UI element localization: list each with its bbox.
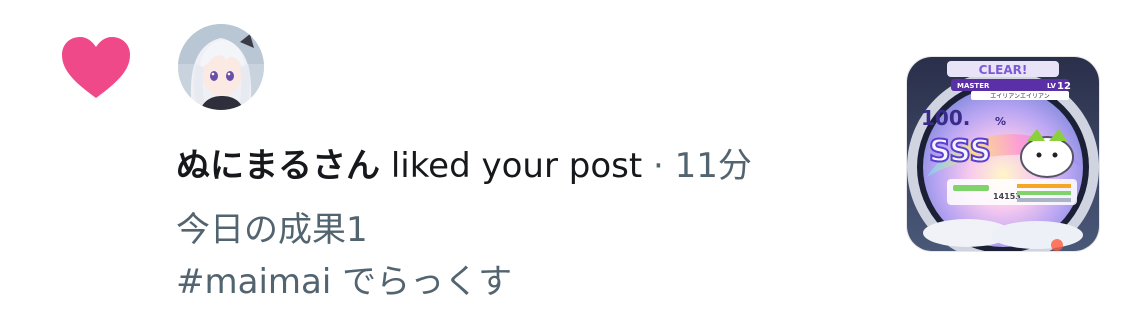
clear-label: CLEAR!	[979, 63, 1028, 77]
user-avatar[interactable]	[178, 24, 264, 110]
song-title: エイリアンエイリアン	[990, 93, 1050, 100]
score-suffix: %	[995, 115, 1006, 128]
heart-icon	[62, 37, 130, 98]
like-notification[interactable]: ぬにまるさん liked your post · 11分 今日の成果1 #mai…	[0, 0, 1125, 328]
separator-dot: ·	[653, 146, 664, 186]
level-value: 12	[1057, 81, 1071, 92]
stat-value: 14153	[993, 192, 1021, 201]
post-thumbnail[interactable]: CLEAR! MASTER LV 12 エイリアンエイリアン 100. % SS…	[906, 56, 1100, 252]
post-text-line-1: 今日の成果1	[176, 210, 368, 250]
rank-label: SSS	[929, 134, 991, 169]
score-value: 100.	[921, 106, 970, 130]
notification-headline: ぬにまるさん liked your post · 11分	[176, 140, 752, 192]
action-text: liked your post	[390, 146, 643, 186]
maimai-result-image: CLEAR! MASTER LV 12 エイリアンエイリアン 100. % SS…	[907, 57, 1099, 251]
post-text-line-2: #maimai でらっくす	[176, 262, 513, 302]
difficulty-label: MASTER	[957, 82, 990, 90]
post-snippet[interactable]: 今日の成果1 #maimai でらっくす	[176, 204, 512, 308]
username-link[interactable]: ぬにまるさん	[176, 146, 380, 186]
avatar-illustration	[178, 24, 264, 110]
timestamp: 11分	[674, 146, 752, 186]
level-prefix: LV	[1047, 82, 1056, 90]
